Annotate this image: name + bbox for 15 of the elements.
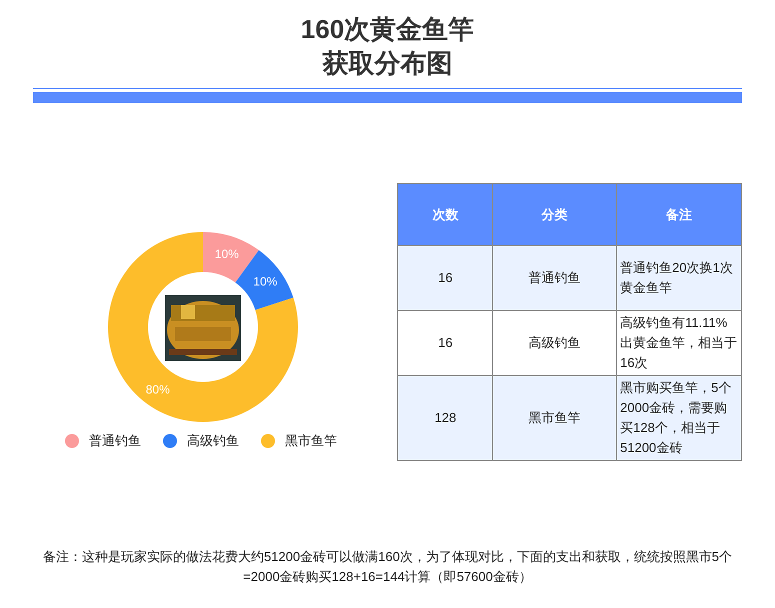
slice-label: 80%	[146, 382, 170, 396]
column-header: 备注	[616, 184, 742, 246]
page-title: 160次黄金鱼竿	[300, 13, 474, 46]
slice-label: 10%	[214, 246, 239, 261]
footnote: 备注：这种是玩家实际的做法花费大约51200金砖可以做满160次，为了体现对比，下面的支出和获取，统统按照黑市5个=2000金砖购买128+16=144计算（即57600金砖）	[42, 548, 734, 586]
table-cell: 黑市购买鱼竿，5个2000金砖，需要购买128个，相当于51200金砖	[616, 376, 742, 460]
slice-label: 10%	[253, 274, 278, 289]
column-header: 分类	[492, 184, 617, 246]
page-title: 获取分布图	[322, 47, 452, 80]
column-header: 次数	[398, 184, 493, 246]
legend-label: 黑市鱼竿	[285, 432, 337, 450]
table-cell: 128	[398, 376, 493, 460]
table-cell: 黑市鱼竿	[492, 376, 617, 460]
legend-label: 高级钓鱼	[187, 432, 239, 450]
legend-label: 普通钓鱼	[89, 432, 141, 450]
